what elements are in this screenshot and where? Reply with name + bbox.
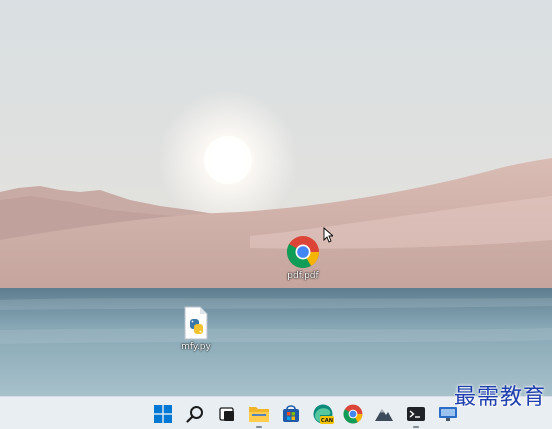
running-indicator <box>413 426 419 428</box>
chrome-icon <box>286 236 320 269</box>
desktop-icon-mfy-py[interactable]: mfy.py <box>161 306 231 352</box>
chrome-icon <box>343 404 363 424</box>
terminal-icon <box>407 407 425 421</box>
canary-badge: CAN <box>321 418 333 424</box>
wallpaper <box>0 0 552 396</box>
store-button[interactable] <box>279 402 303 426</box>
folder-icon <box>249 407 269 422</box>
task-view-button[interactable] <box>215 402 239 426</box>
watermark-text: 最需教育 <box>453 385 546 410</box>
desktop-icon-label: pdf.pdf <box>287 271 319 281</box>
python-file-icon <box>184 306 208 340</box>
edge-canary-button[interactable]: CAN <box>311 402 335 426</box>
store-icon <box>283 405 299 422</box>
search-button[interactable] <box>183 402 207 426</box>
mouse-cursor-icon <box>323 227 333 243</box>
edge-canary-icon: CAN <box>313 404 334 424</box>
chrome-button[interactable] <box>341 402 365 426</box>
desktop-icon-label: mfy.py <box>181 342 211 352</box>
windows-icon <box>154 405 172 423</box>
terminal-button[interactable] <box>404 402 428 428</box>
start-button[interactable] <box>151 402 175 426</box>
task-view-icon <box>219 407 234 421</box>
photos-button[interactable] <box>372 402 396 426</box>
running-indicator <box>256 426 262 428</box>
file-explorer-button[interactable] <box>247 402 271 428</box>
mountain-icon <box>375 409 393 421</box>
desktop[interactable]: pdf.pdf mfy.py <box>0 0 552 396</box>
search-icon <box>186 406 203 423</box>
